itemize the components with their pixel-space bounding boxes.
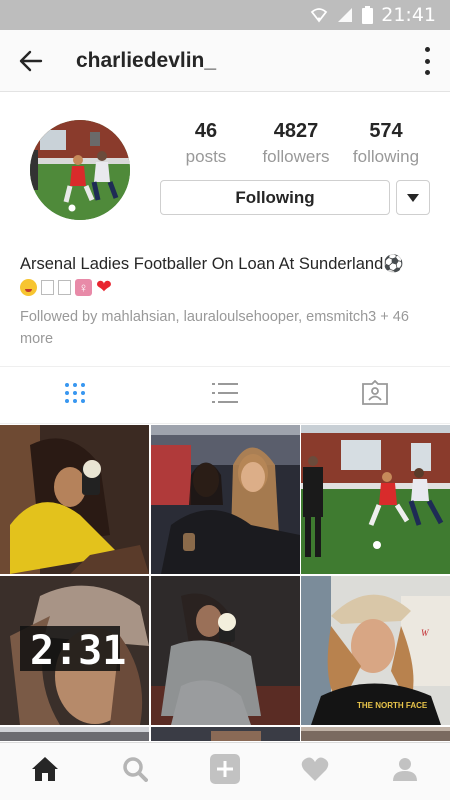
photo-post-partial[interactable] xyxy=(301,727,450,741)
tagged-photos-icon xyxy=(361,379,389,411)
nav-search[interactable] xyxy=(90,743,180,800)
nav-add-post[interactable] xyxy=(180,743,270,800)
photo-post-partial[interactable] xyxy=(150,727,300,741)
red-heart-emoji-icon: ❤ xyxy=(96,277,112,298)
photo-post-partial[interactable] xyxy=(0,727,149,741)
home-icon xyxy=(31,756,59,787)
back-arrow-icon[interactable] xyxy=(16,46,46,76)
clock-pm-text: PM xyxy=(108,659,119,666)
stat-followers[interactable]: 4827 followers xyxy=(255,118,337,170)
photo-post-mirror-selfie-yellow[interactable] xyxy=(0,425,149,574)
photo-post-football-match[interactable] xyxy=(301,425,450,574)
photo-post-cap-north-face[interactable]: W THE NORTH FACE xyxy=(301,576,450,725)
profile-avatar[interactable] xyxy=(30,120,130,220)
status-time: 21:41 xyxy=(381,4,436,26)
profile-header-bar: charliedevlin_ xyxy=(0,30,450,92)
missing-glyph-icon xyxy=(58,280,71,295)
wifi-icon xyxy=(310,7,328,23)
stat-posts[interactable]: 46 posts xyxy=(178,118,234,170)
photo-post-mirror-selfie-grey[interactable] xyxy=(150,576,300,725)
missing-glyph-icon xyxy=(41,280,54,295)
grid-view-icon xyxy=(64,382,86,409)
battery-icon xyxy=(362,6,374,24)
nav-profile[interactable] xyxy=(360,743,450,800)
list-view-icon xyxy=(212,382,238,409)
profile-icon xyxy=(392,756,418,787)
following-label: following xyxy=(352,147,420,166)
photo-post-stadium-friends[interactable] xyxy=(150,425,300,574)
followers-count: 4827 xyxy=(273,120,319,142)
suggestions-dropdown-button[interactable] xyxy=(396,180,430,215)
posts-count: 46 xyxy=(194,120,218,142)
profile-bio: Arsenal Ladies Footballer On Loan At Sun… xyxy=(20,255,404,273)
posts-label: posts xyxy=(185,147,227,166)
caret-down-icon xyxy=(407,189,419,207)
more-options-icon[interactable] xyxy=(422,47,432,75)
following-count: 574 xyxy=(369,120,403,142)
bio-emoji-row: ♀ ❤ xyxy=(20,277,112,298)
female-sign-emoji-icon: ♀ xyxy=(75,279,92,296)
clock-display-text: 2:31 xyxy=(30,628,126,674)
signal-icon xyxy=(336,7,354,23)
add-post-icon xyxy=(210,754,240,789)
photo-grid: 2:31 PM W THE NORTH FACE xyxy=(0,425,450,741)
tab-list[interactable] xyxy=(150,367,300,423)
profile-username: charliedevlin_ xyxy=(76,48,217,72)
bottom-navigation xyxy=(0,742,450,800)
profile-view-tabs xyxy=(0,366,450,424)
search-icon xyxy=(122,756,148,787)
following-button[interactable]: Following xyxy=(160,180,390,215)
followed-by-text[interactable]: Followed by mahlahsian, lauraloulsehoope… xyxy=(20,306,440,350)
followers-label: followers xyxy=(262,147,330,166)
stat-following[interactable]: 574 following xyxy=(346,118,426,170)
tab-tagged[interactable] xyxy=(300,367,450,423)
activity-heart-icon xyxy=(301,756,329,787)
photo-post-clock-selfie[interactable]: 2:31 PM xyxy=(0,576,149,725)
status-bar: 21:41 xyxy=(0,0,450,30)
nav-home[interactable] xyxy=(0,743,90,800)
nav-activity[interactable] xyxy=(270,743,360,800)
kissing-face-emoji-icon xyxy=(20,279,37,296)
tab-grid[interactable] xyxy=(0,367,150,423)
north-face-shirt-text: THE NORTH FACE xyxy=(357,701,428,710)
